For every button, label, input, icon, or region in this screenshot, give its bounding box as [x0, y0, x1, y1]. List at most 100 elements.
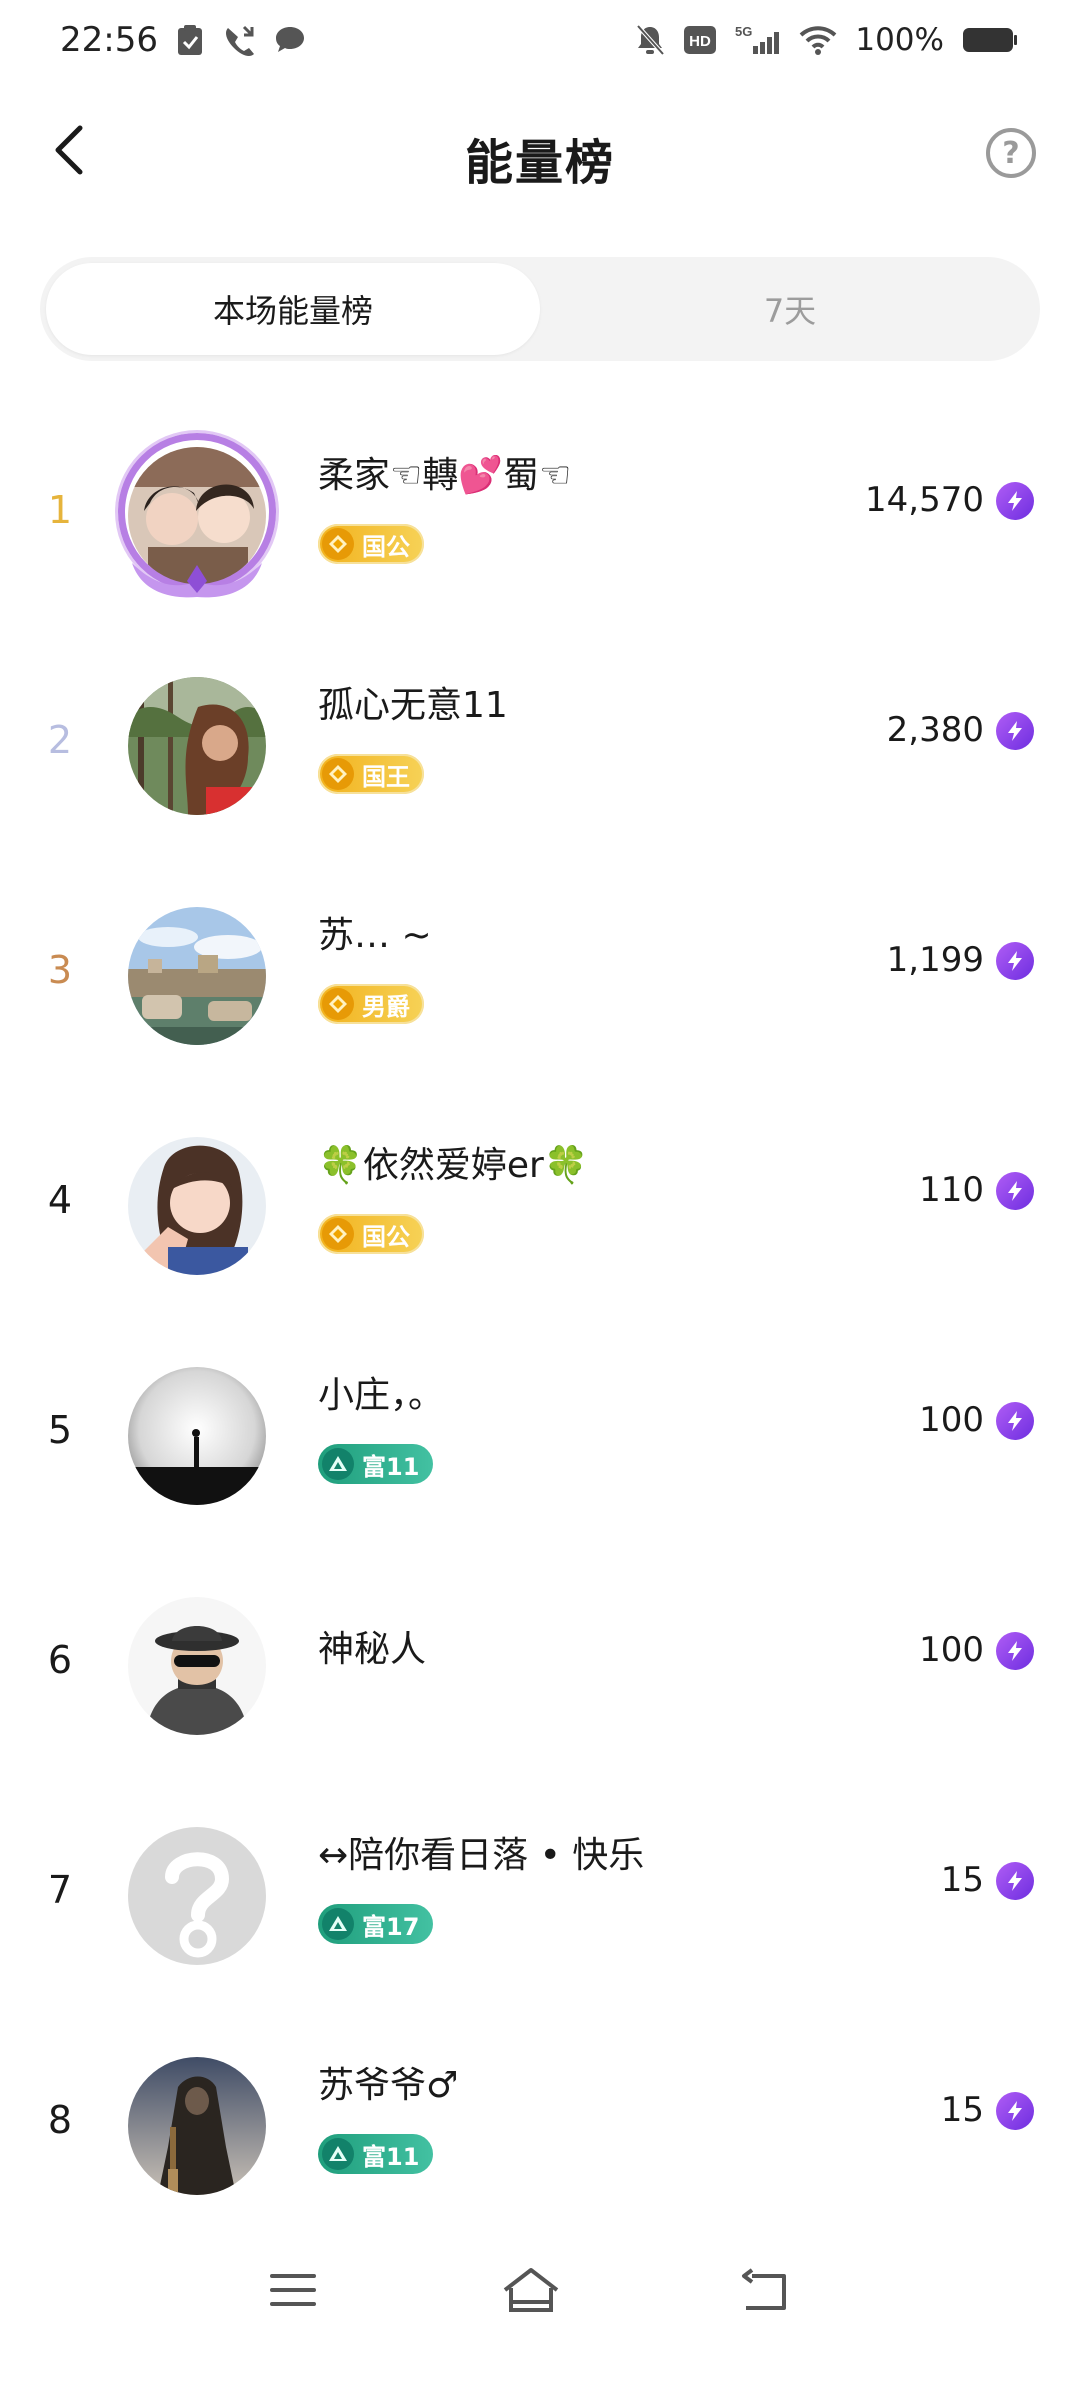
- status-time: 22:56: [60, 20, 158, 60]
- tab-current-session[interactable]: 本场能量榜: [46, 263, 540, 355]
- level-badge: 国公: [318, 524, 424, 564]
- energy-score: 14,570: [865, 480, 984, 520]
- badge-label: 富17: [362, 1912, 420, 1941]
- avatar[interactable]: [128, 1597, 266, 1735]
- rank-number: 8: [47, 2098, 73, 2142]
- svg-text:HD: HD: [690, 33, 712, 50]
- photo-silhouette-image: [128, 1367, 266, 1505]
- avatar[interactable]: [118, 433, 276, 598]
- badge-label: 富11: [362, 2142, 420, 2171]
- rank-number: 3: [47, 948, 73, 992]
- wealth-triangle-icon: [322, 2138, 354, 2170]
- rank-row[interactable]: 4 🍀依然爱婷er🍀 国公 110: [0, 1090, 1080, 1320]
- back-nav-button[interactable]: [730, 2260, 800, 2320]
- ranking-list: 1 柔家☜轉💕蜀☜ 国公 14,570 2 孤心无意11 国王 2,380 3 苏… ~ 男爵 1,1…: [0, 400, 1080, 2240]
- level-badge: 男爵: [318, 984, 424, 1024]
- avatar[interactable]: [128, 907, 266, 1045]
- avatar[interactable]: [128, 1137, 266, 1275]
- energy-bolt-icon: [996, 712, 1034, 750]
- placeholder-question-image: [128, 1827, 266, 1965]
- badge-label: 富11: [362, 1452, 420, 1481]
- rank-row[interactable]: 5 小庄，。富11 100: [0, 1320, 1080, 1550]
- level-badge: 国公: [318, 1214, 424, 1254]
- mystery-man-image: [128, 1597, 266, 1735]
- noble-diamond-icon: [322, 1218, 354, 1250]
- user-name: 苏… ~: [318, 915, 432, 956]
- rank-number: 5: [47, 1408, 73, 1452]
- tab-switcher: 7天 本场能量榜: [40, 257, 1040, 361]
- user-name: 苏爷爷♂: [318, 2065, 459, 2106]
- rank-row[interactable]: 6 神秘人 100: [0, 1550, 1080, 1780]
- question-mark-icon: ?: [1002, 135, 1020, 171]
- energy-ranking-page: 22:56 HD 5G 100% 能量榜 ? 7天 本场能量榜 1 柔家☜轉💕蜀…: [0, 0, 1080, 2408]
- rank-number: 4: [47, 1178, 73, 1222]
- level-badge: 国王: [318, 754, 424, 794]
- energy-bolt-icon: [996, 1632, 1034, 1670]
- avatar[interactable]: [128, 677, 266, 815]
- rank-row[interactable]: 7 ↔陪你看日落 • 快乐富17 15: [0, 1780, 1080, 2010]
- badge-label: 国公: [362, 532, 410, 561]
- missed-call-icon: [222, 24, 256, 56]
- photo-figure-image: [128, 2057, 266, 2195]
- rank-row[interactable]: 3 苏… ~ 男爵 1,199: [0, 860, 1080, 1090]
- wifi-icon: [799, 25, 837, 55]
- user-name: 🍀依然爱婷er🍀: [318, 1145, 589, 1186]
- badge-label: 国公: [362, 1222, 410, 1251]
- battery-percent: 100%: [855, 22, 944, 58]
- energy-score: 15: [940, 2090, 984, 2130]
- energy-bolt-icon: [996, 482, 1034, 520]
- rank-number: 2: [47, 718, 73, 762]
- energy-score: 110: [919, 1170, 984, 1210]
- battery-icon: [962, 26, 1018, 54]
- rank-row[interactable]: 8 苏爷爷♂ 富11 15: [0, 2010, 1080, 2240]
- avatar[interactable]: [128, 2057, 266, 2195]
- home-button[interactable]: [496, 2260, 566, 2320]
- energy-score: 100: [919, 1630, 984, 1670]
- system-nav-bar: [0, 2240, 1080, 2340]
- noble-diamond-icon: [322, 528, 354, 560]
- wealth-triangle-icon: [322, 1908, 354, 1940]
- energy-bolt-icon: [996, 942, 1034, 980]
- photo-woman-image: [128, 1137, 266, 1275]
- level-badge: 富11: [318, 2134, 434, 2174]
- bell-muted-icon: [635, 24, 665, 56]
- clipboard-check-icon: [176, 24, 204, 56]
- user-name: 孤心无意11: [318, 685, 508, 726]
- energy-score: 100: [919, 1400, 984, 1440]
- noble-diamond-icon: [322, 758, 354, 790]
- page-title: 能量榜: [464, 135, 615, 191]
- hd-icon: HD: [683, 25, 717, 55]
- header: 能量榜 ?: [0, 95, 1080, 215]
- user-name: ↔陪你看日落 • 快乐: [318, 1835, 645, 1876]
- badge-label: 男爵: [362, 992, 410, 1021]
- message-bubble-icon: [274, 25, 306, 55]
- rank-number: 1: [47, 488, 73, 532]
- rank-row[interactable]: 1 柔家☜轉💕蜀☜ 国公 14,570: [0, 400, 1080, 630]
- energy-bolt-icon: [996, 1862, 1034, 1900]
- tab-7-days[interactable]: 7天: [540, 257, 1040, 361]
- menu-icon: [270, 2274, 316, 2306]
- energy-bolt-icon: [996, 2092, 1034, 2130]
- user-name: 神秘人: [318, 1629, 427, 1670]
- wealth-triangle-icon: [322, 1448, 354, 1480]
- help-button[interactable]: ?: [986, 128, 1036, 178]
- user-name: 柔家☜轉💕蜀☜: [318, 455, 572, 496]
- energy-score: 1,199: [886, 940, 984, 980]
- energy-bolt-icon: [996, 1402, 1034, 1440]
- noble-diamond-icon: [322, 988, 354, 1020]
- cellular-signal-icon: 5G: [735, 24, 781, 56]
- energy-score: 15: [940, 1860, 984, 1900]
- user-name: 小庄，。: [318, 1375, 445, 1416]
- avatar[interactable]: [128, 1827, 266, 1965]
- badge-label: 国王: [362, 762, 410, 791]
- rank-number: 7: [47, 1868, 73, 1912]
- svg-text:5G: 5G: [735, 24, 752, 39]
- menu-button[interactable]: [258, 2260, 328, 2320]
- photo-outdoor-image: [128, 677, 266, 815]
- avatar[interactable]: [128, 1367, 266, 1505]
- rank-row[interactable]: 2 孤心无意11 国王 2,380: [0, 630, 1080, 860]
- home-icon: [503, 2268, 559, 2312]
- energy-score: 2,380: [886, 710, 984, 750]
- level-badge: 富11: [318, 1444, 434, 1484]
- avatar-frame-wings-icon: [132, 553, 262, 599]
